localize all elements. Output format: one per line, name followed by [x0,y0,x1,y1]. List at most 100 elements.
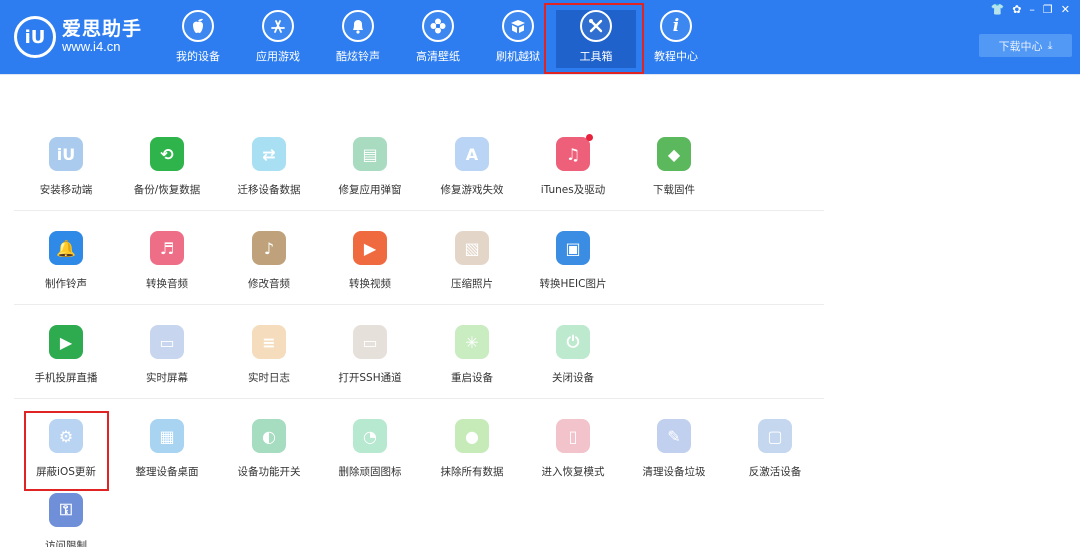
tool-label: 删除顽固图标 [338,466,402,478]
tool-label: 重启设备 [451,372,493,384]
row-divider [14,398,824,399]
nav-label: 应用游戏 [256,50,300,63]
nav-apps-games[interactable]: 应用游戏 [238,10,318,68]
tool-label: 设备功能开关 [237,466,301,478]
tool-item[interactable]: ♬ 转换音频 [117,231,217,291]
deactivate-icon: ▢ [758,419,792,453]
tool-label: 压缩照片 [451,278,493,290]
nav-flash-jailbreak[interactable]: 刷机越狱 [478,10,558,68]
logo-mark: iU [14,16,56,58]
apple-icon [182,10,214,42]
gear-icon[interactable]: ✿ [1012,3,1021,16]
box-icon [502,10,534,42]
tool-item[interactable]: ✎ 清理设备垃圾 [624,419,724,479]
tool-item[interactable]: ▶ 手机投屏直播 [16,325,116,385]
nav-label: 我的设备 [176,50,220,63]
tool-label: 转换音频 [146,278,188,290]
tool-item[interactable]: ◔ 删除顽固图标 [320,419,420,479]
info-icon: i [660,10,692,42]
toolbox-panel: iU 安装移动端 ⟲ 备份/恢复数据 ⇄ 迁移设备数据 ▤ 修复应用弹窗 A 修复游戏失效 ♫ iTu… [0,74,1080,547]
nav-label: 刷机越狱 [496,50,540,63]
tool-label: 迁移设备数据 [237,184,301,196]
log-icon: ≡ [252,325,286,359]
power-icon: ⏻ [556,325,590,359]
monitor-icon: ▭ [150,325,184,359]
tool-item[interactable]: ▧ 压缩照片 [422,231,522,291]
close-icon[interactable]: ✕ [1061,3,1070,16]
top-bar: iU 爱思助手 www.i4.cn 我的设备 应用游戏 酷炫铃声 高清壁纸 刷机… [0,0,1080,74]
bell-make-icon: 🔔 [49,231,83,265]
nav-label: 教程中心 [654,50,698,63]
nav-toolbox[interactable]: 工具箱 [556,10,636,68]
tool-label: 修改音频 [248,278,290,290]
row-divider [14,304,824,305]
tool-item[interactable]: ⇄ 迁移设备数据 [219,137,319,197]
tool-item[interactable]: ⚙ 屏蔽iOS更新 [16,419,116,479]
audio-edit-icon: ♪ [252,231,286,265]
tool-item[interactable]: ▭ 实时屏幕 [117,325,217,385]
minimize-icon[interactable]: – [1029,3,1035,16]
nav-tutorials[interactable]: i 教程中心 [636,10,716,68]
tool-label: 访问限制 [45,540,87,547]
row-divider [14,210,824,211]
tool-label: 制作铃声 [45,278,87,290]
tool-label: 打开SSH通道 [338,372,402,384]
tool-item[interactable]: ▭ 打开SSH通道 [320,325,420,385]
tool-item[interactable]: ▤ 修复应用弹窗 [320,137,420,197]
app-store-icon [262,10,294,42]
tool-item[interactable]: iU 安装移动端 [16,137,116,197]
block-update-gear-icon: ⚙ [49,419,83,453]
app-store-fix-icon: A [455,137,489,171]
nav-my-device[interactable]: 我的设备 [158,10,238,68]
download-center-button[interactable]: 下载中心 ⤓ [979,34,1072,57]
lock-keyhole-icon: ⚿ [49,493,83,527]
tool-item[interactable]: ◐ 设备功能开关 [219,419,319,479]
tool-item[interactable]: 🔔 制作铃声 [16,231,116,291]
flower-icon [422,10,454,42]
logo-url: www.i4.cn [62,39,121,55]
tool-label: 备份/恢复数据 [133,184,201,196]
screen-cast-icon: ▶ [49,325,83,359]
heic-convert-icon: ▣ [556,231,590,265]
tool-item[interactable]: A 修复游戏失效 [422,137,522,197]
tool-item[interactable]: ⚿ 访问限制 [16,493,116,547]
erase-apple-icon: ● [455,419,489,453]
tool-label: 整理设备桌面 [135,466,199,478]
tool-item[interactable]: ▯ 进入恢复模式 [523,419,623,479]
tool-label: 进入恢复模式 [541,466,605,478]
download-arrow-icon: ⤓ [1047,38,1053,52]
tool-item[interactable]: ▢ 反激活设备 [725,419,825,479]
pie-icon: ◔ [353,419,387,453]
tool-label: 屏蔽iOS更新 [36,466,96,478]
nav-ringtones[interactable]: 酷炫铃声 [318,10,398,68]
tool-item[interactable]: ⟲ 备份/恢复数据 [117,137,217,197]
window-fix-icon: ▤ [353,137,387,171]
ssh-icon: ▭ [353,325,387,359]
tool-item[interactable]: ● 抹除所有数据 [422,419,522,479]
tool-item[interactable]: ▦ 整理设备桌面 [117,419,217,479]
tool-item[interactable]: ♪ 修改音频 [219,231,319,291]
tool-item[interactable]: ▶ 转换视频 [320,231,420,291]
tool-item[interactable]: ≡ 实时日志 [219,325,319,385]
tools-icon [580,10,612,42]
tool-item[interactable]: ✳ 重启设备 [422,325,522,385]
restore-icon[interactable]: ❐ [1043,3,1053,16]
itunes-icon: ♫ [556,134,593,171]
tool-label: 实时屏幕 [146,372,188,384]
logo-name: 爱思助手 [62,18,143,41]
tool-label: 关闭设备 [552,372,594,384]
tool-label: 修复应用弹窗 [338,184,402,196]
nav-wallpapers[interactable]: 高清壁纸 [398,10,478,68]
tool-item[interactable]: ▣ 转换HEIC图片 [523,231,623,291]
backup-clock-icon: ⟲ [150,137,184,171]
audio-convert-icon: ♬ [150,231,184,265]
app-logo[interactable]: iU 爱思助手 www.i4.cn [14,16,142,58]
tool-item[interactable]: ◆ 下载固件 [624,137,724,197]
nav-label: 工具箱 [579,50,613,63]
iu-app-icon: iU [49,137,83,171]
phone-transfer-icon: ⇄ [252,137,286,171]
tool-label: 安装移动端 [39,184,93,196]
tool-item[interactable]: ⏻ 关闭设备 [523,325,623,385]
tool-item[interactable]: ♫ iTunes及驱动 [523,134,623,197]
shirt-icon[interactable]: 👕 [990,3,1004,16]
